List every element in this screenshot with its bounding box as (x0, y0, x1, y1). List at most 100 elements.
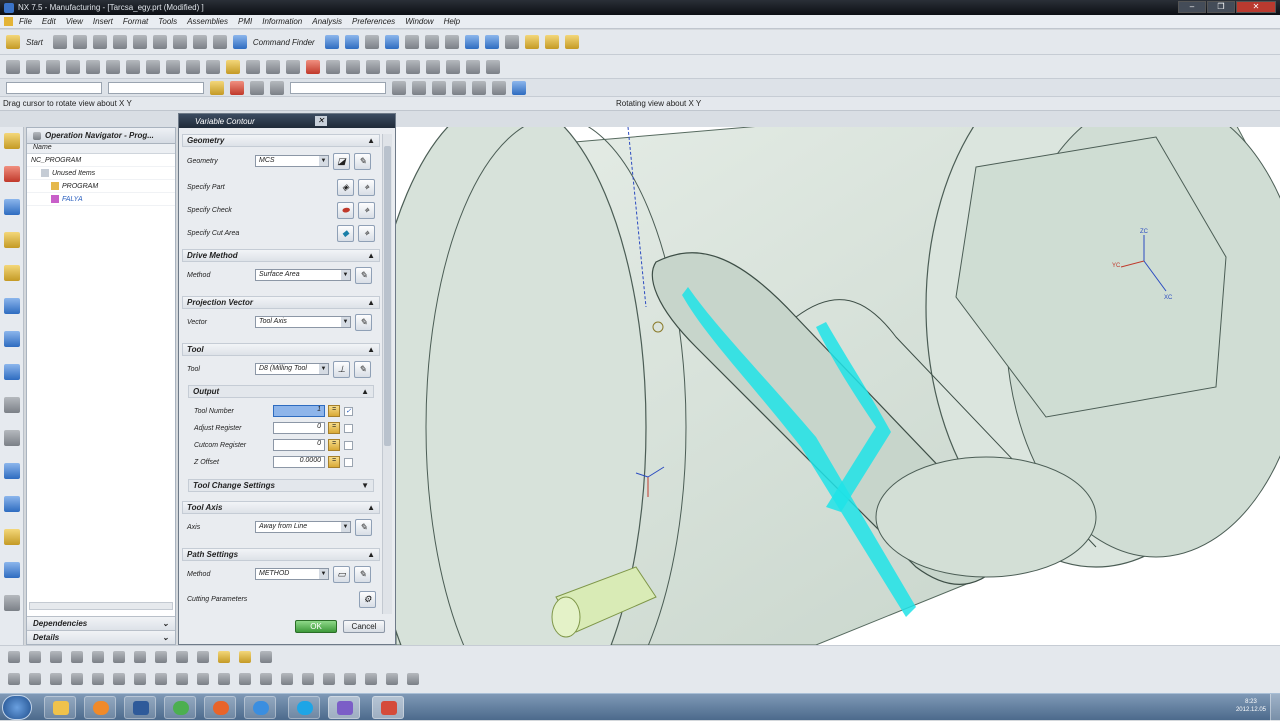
snap-existing-icon[interactable] (492, 80, 506, 95)
dialog-vertical-scrollbar[interactable] (382, 134, 392, 614)
formula-icon[interactable]: = (328, 405, 340, 417)
tool-axis-icon[interactable] (466, 59, 480, 74)
menu-window[interactable]: Window (405, 17, 433, 26)
wcs-icon[interactable] (464, 35, 479, 49)
edit-drive-method-icon[interactable]: ✎ (355, 266, 372, 284)
group-projection-vector[interactable]: Projection Vector ▲ (182, 296, 380, 309)
display-object-icon[interactable] (426, 59, 440, 74)
z-offset-checkbox[interactable] (344, 457, 353, 467)
point-icon[interactable] (92, 651, 104, 663)
minimize-button[interactable]: – (1178, 1, 1206, 13)
show-desktop-button[interactable] (1270, 694, 1280, 721)
edit-method-icon[interactable]: ✎ (354, 565, 371, 583)
create-operation-icon[interactable] (86, 59, 100, 74)
tool-number-input[interactable]: 1 (273, 405, 325, 417)
edge-blend-icon[interactable] (8, 673, 20, 685)
tree-item-program[interactable]: PROGRAM (27, 180, 175, 193)
move-face-icon[interactable] (281, 673, 293, 685)
output-cls-icon[interactable] (306, 59, 320, 74)
intersect-icon[interactable] (260, 651, 272, 663)
reuse-library-icon[interactable] (4, 232, 20, 248)
shell-icon[interactable] (50, 673, 62, 685)
new-file-icon[interactable] (52, 35, 67, 49)
scale-icon[interactable] (197, 673, 209, 685)
create-tool-icon[interactable] (26, 59, 40, 74)
dialog-titlebar[interactable]: Variable Contour ✕ (179, 114, 395, 128)
group-output[interactable]: Output ▲ (188, 385, 374, 398)
nx-taskbar-icon[interactable] (124, 696, 156, 719)
select-check-icon[interactable]: ⬬ (337, 201, 354, 219)
transform-object-icon[interactable] (406, 59, 420, 74)
measure-icon[interactable] (544, 35, 559, 49)
select-all-icon[interactable] (250, 80, 264, 95)
replay-path-icon[interactable] (206, 59, 220, 74)
delete-icon[interactable] (192, 35, 207, 49)
chamfer-icon[interactable] (29, 673, 41, 685)
pin-icon[interactable] (33, 131, 41, 140)
simulate-icon[interactable] (246, 59, 260, 74)
nx-window-taskbar-icon[interactable] (372, 696, 404, 719)
deselect-icon[interactable] (270, 80, 284, 95)
reset-filter-icon[interactable] (230, 80, 244, 95)
save-icon[interactable] (92, 35, 107, 49)
zoom-icon[interactable] (364, 35, 379, 49)
pattern-icon[interactable] (155, 673, 167, 685)
explorer-taskbar-icon[interactable] (44, 696, 76, 719)
mirror-icon[interactable] (176, 673, 188, 685)
view-icon[interactable] (4, 595, 20, 611)
shaded-view-icon[interactable] (384, 35, 399, 49)
command-finder-icon[interactable] (232, 35, 247, 49)
print-icon[interactable] (112, 35, 127, 49)
constraint-navigator-icon[interactable] (4, 166, 20, 182)
display-cut-area-icon[interactable]: ⌖ (358, 224, 375, 242)
geometry-view-icon[interactable] (146, 59, 160, 74)
menu-analysis[interactable]: Analysis (312, 17, 342, 26)
group-drive-method[interactable]: Drive Method ▲ (182, 249, 380, 262)
snap-point-on-curve-icon[interactable] (512, 80, 526, 95)
adjust-register-input[interactable]: 0 (273, 422, 325, 434)
render-style-icon[interactable] (424, 35, 439, 49)
filter-icon[interactable] (210, 80, 224, 95)
boss-icon[interactable] (197, 651, 209, 663)
edit-tool-icon[interactable]: ✎ (354, 360, 371, 378)
group-tool-change-settings[interactable]: Tool Change Settings ▼ (188, 479, 374, 492)
edit-vector-icon[interactable]: ✎ (355, 313, 372, 331)
adjust-register-checkbox[interactable] (344, 423, 353, 433)
select-part-icon[interactable]: ◈ (337, 178, 354, 196)
tool-number-checkbox[interactable]: ✓ (344, 406, 353, 416)
menu-assemblies[interactable]: Assemblies (187, 17, 228, 26)
media-player-taskbar-icon[interactable] (84, 696, 116, 719)
generate-path-icon[interactable] (186, 59, 200, 74)
edit-axis-icon[interactable]: ✎ (355, 518, 372, 536)
create-method-icon[interactable] (66, 59, 80, 74)
ie-taskbar-icon[interactable] (244, 696, 276, 719)
formula-icon[interactable]: = (328, 439, 340, 451)
fit-view-icon[interactable] (344, 35, 359, 49)
menu-pmi[interactable]: PMI (238, 17, 252, 26)
selection-scope-combo[interactable] (108, 81, 204, 94)
snap-center-icon[interactable] (432, 80, 446, 95)
display-icon[interactable] (4, 562, 20, 578)
formula-icon[interactable]: = (328, 422, 340, 434)
section-view-icon[interactable] (386, 673, 398, 685)
process-studio-icon[interactable] (4, 463, 20, 479)
synchronous-icon[interactable] (344, 673, 356, 685)
new-tool-icon[interactable]: ⊥ (333, 360, 350, 378)
internet-explorer-icon[interactable] (4, 331, 20, 347)
postprocess-icon[interactable] (266, 59, 280, 74)
revolve-icon[interactable] (155, 651, 167, 663)
snap-endpoint-icon[interactable] (392, 80, 406, 95)
vector-select[interactable]: Tool Axis (255, 316, 351, 328)
tree-item-unused[interactable]: Unused Items (27, 167, 175, 180)
delete-face-icon[interactable] (302, 673, 314, 685)
dependencies-panel[interactable]: Dependencies ⌄ (27, 616, 175, 630)
paste-icon[interactable] (172, 35, 187, 49)
show-hide-icon[interactable] (407, 673, 419, 685)
open-file-icon[interactable] (72, 35, 87, 49)
display-check-icon[interactable]: ⌖ (358, 201, 375, 219)
taskbar-clock[interactable]: 8:23 2012.12.05 (1236, 698, 1266, 714)
menu-file[interactable]: File (19, 17, 32, 26)
create-program-icon[interactable] (6, 59, 20, 74)
thread-icon[interactable] (218, 673, 230, 685)
save-app-taskbar-icon[interactable] (328, 696, 360, 719)
